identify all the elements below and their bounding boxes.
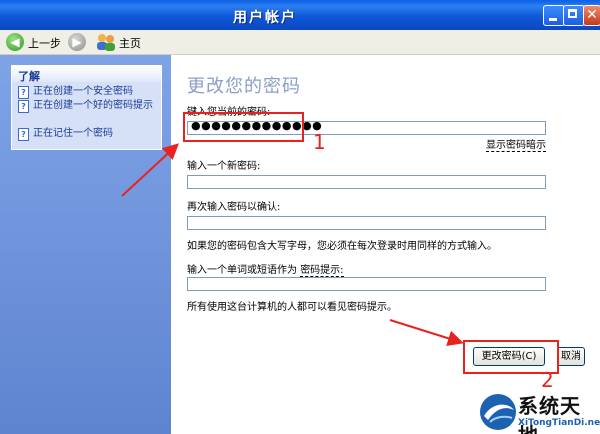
arrow-to-change-button: [389, 319, 464, 347]
annotation-arrows: [121, 143, 464, 347]
watermark-url: XiTongTianDi.net: [518, 418, 600, 428]
arrow-to-password: [121, 143, 179, 197]
user-accounts-window: 用户帐户 ✕ ◀ 上一步 ▶ 主页 了解 ? 正在创建一个安全密码 ? 正在创建…: [0, 0, 600, 434]
watermark: 系统天地 XiTongTianDi.net: [478, 388, 600, 434]
watermark-logo-icon: [480, 394, 516, 430]
